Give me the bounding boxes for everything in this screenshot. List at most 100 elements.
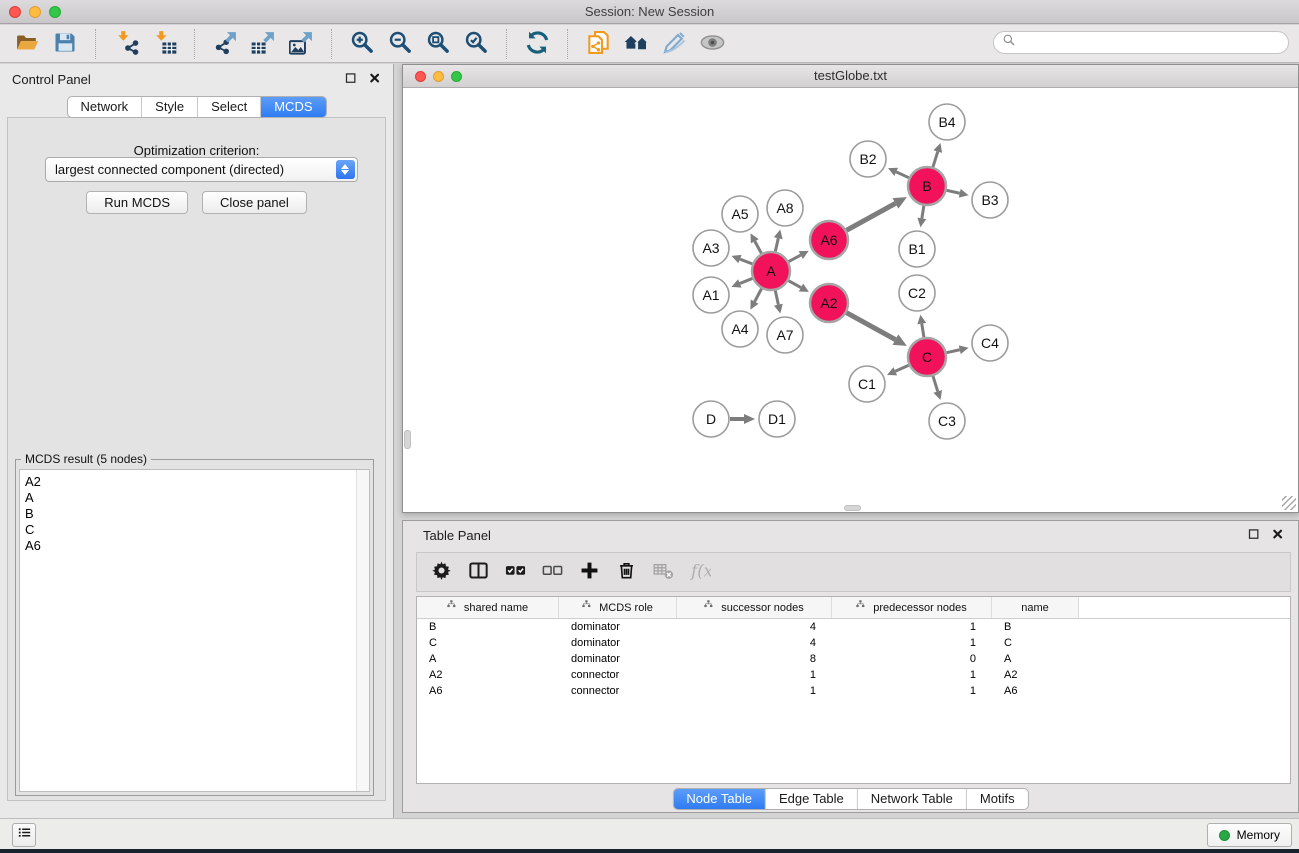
table-cell[interactable]: A6 [992, 683, 1079, 699]
table-cell[interactable]: dominator [559, 619, 677, 635]
tab-select[interactable]: Select [197, 97, 260, 117]
run-mcds-button[interactable]: Run MCDS [86, 191, 188, 214]
graph-edge-B-B4[interactable] [933, 143, 942, 167]
network-vertical-scrollbar[interactable] [404, 430, 411, 449]
graph-edge-A6-B[interactable] [847, 197, 907, 230]
graph-edge-D-D1[interactable] [730, 414, 755, 424]
tab-mcds[interactable]: MCDS [260, 97, 325, 117]
graph-edge-A-A4[interactable] [750, 289, 761, 310]
table-cell[interactable]: 4 [677, 619, 832, 635]
tab-edge-table[interactable]: Edge Table [765, 789, 857, 809]
graph-edge-C-C3[interactable] [933, 376, 942, 400]
tab-network[interactable]: Network [67, 97, 141, 117]
mcds-result-item[interactable]: A6 [25, 538, 369, 554]
tab-node-table[interactable]: Node Table [673, 789, 765, 809]
graph-node-B[interactable]: B [908, 167, 946, 205]
table-options-gear-button[interactable] [426, 557, 456, 587]
table-cell[interactable]: dominator [559, 651, 677, 667]
home-button[interactable] [617, 28, 655, 60]
close-panel-icon[interactable] [368, 71, 383, 86]
table-cell[interactable]: C [417, 635, 559, 651]
graph-node-C4[interactable]: C4 [972, 325, 1008, 361]
table-cell[interactable]: connector [559, 667, 677, 683]
import-network-button[interactable] [107, 28, 145, 60]
table-cell[interactable]: 1 [677, 667, 832, 683]
graph-node-A[interactable]: A [752, 252, 790, 290]
column-header-shared-name[interactable]: shared name [417, 597, 559, 618]
close-window-button[interactable] [9, 6, 21, 18]
graph-node-A5[interactable]: A5 [722, 196, 758, 232]
graph-node-B1[interactable]: B1 [899, 231, 935, 267]
graph-edge-B-B2[interactable] [888, 168, 909, 178]
column-header-predecessor-nodes[interactable]: predecessor nodes [832, 597, 992, 618]
network-resize-grip[interactable] [1282, 496, 1296, 510]
mcds-result-item[interactable]: B [25, 506, 369, 522]
network-minimize-button[interactable] [433, 71, 444, 82]
tab-motifs[interactable]: Motifs [966, 789, 1028, 809]
graph-edge-A-A2[interactable] [789, 281, 809, 292]
export-image-button[interactable] [282, 28, 320, 60]
graph-node-A6[interactable]: A6 [810, 221, 848, 259]
close-table-panel-icon[interactable] [1271, 527, 1286, 542]
network-horizontal-scrollbar[interactable] [844, 505, 861, 511]
graph-edge-A2-C[interactable] [847, 313, 907, 346]
column-header-MCDS-role[interactable]: MCDS role [559, 597, 677, 618]
table-cell[interactable]: B [992, 619, 1079, 635]
mcds-result-item[interactable]: C [25, 522, 369, 538]
graph-node-C[interactable]: C [908, 338, 946, 376]
graph-edge-A-A3[interactable] [732, 255, 753, 264]
table-cell[interactable]: 0 [832, 651, 992, 667]
graph-node-A4[interactable]: A4 [722, 311, 758, 347]
graph-edge-C-C2[interactable] [917, 315, 926, 338]
zoom-in-button[interactable] [343, 28, 381, 60]
save-session-button[interactable] [46, 28, 84, 60]
column-header-name[interactable]: name [992, 597, 1079, 618]
table-row[interactable]: A2connector11A2 [417, 667, 1290, 683]
float-panel-icon[interactable] [344, 71, 359, 86]
hide-annotations-button[interactable] [655, 28, 693, 60]
graph-edge-A-A7[interactable] [774, 291, 783, 314]
graph-edge-C-C1[interactable] [887, 365, 909, 375]
mcds-result-item[interactable]: A2 [25, 474, 369, 490]
graph-node-C2[interactable]: C2 [899, 275, 935, 311]
graph-edge-A-A8[interactable] [774, 229, 783, 251]
table-row[interactable]: A6connector11A6 [417, 683, 1290, 699]
export-network-button[interactable] [206, 28, 244, 60]
table-row[interactable]: Bdominator41B [417, 619, 1290, 635]
delete-columns-button[interactable] [611, 557, 641, 587]
network-files-button[interactable] [579, 28, 617, 60]
table-cell[interactable]: 1 [832, 635, 992, 651]
search-input[interactable] [1021, 34, 1288, 52]
zoom-out-button[interactable] [381, 28, 419, 60]
network-zoom-button[interactable] [451, 71, 462, 82]
graph-node-A2[interactable]: A2 [810, 284, 848, 322]
open-session-button[interactable] [8, 28, 46, 60]
graph-edge-A-A5[interactable] [751, 233, 762, 253]
select-all-rows-button[interactable] [500, 557, 530, 587]
graph-node-B3[interactable]: B3 [972, 182, 1008, 218]
table-row[interactable]: Adominator80A [417, 651, 1290, 667]
deselect-all-rows-button[interactable] [537, 557, 567, 587]
network-close-button[interactable] [415, 71, 426, 82]
minimize-window-button[interactable] [29, 6, 41, 18]
graph-node-B2[interactable]: B2 [850, 141, 886, 177]
table-cell[interactable]: 8 [677, 651, 832, 667]
table-cell[interactable]: C [992, 635, 1079, 651]
graph-edge-A-A6[interactable] [789, 251, 809, 262]
table-cell[interactable]: A6 [417, 683, 559, 699]
table-cell[interactable]: A [992, 651, 1079, 667]
zoom-fit-button[interactable] [419, 28, 457, 60]
graph-edge-B-B1[interactable] [917, 206, 926, 228]
network-canvas[interactable]: B4B2BB3A5A8A6B1A3AA1A2C2A4A7CC4C1C3DD1 [403, 89, 1298, 512]
close-panel-button[interactable]: Close panel [202, 191, 307, 214]
graph-node-D1[interactable]: D1 [759, 401, 795, 437]
table-cell[interactable]: 4 [677, 635, 832, 651]
table-cell[interactable]: 1 [677, 683, 832, 699]
graph-node-A8[interactable]: A8 [767, 190, 803, 226]
tab-style[interactable]: Style [141, 97, 197, 117]
table-cell[interactable]: A2 [992, 667, 1079, 683]
show-graphics-details-button[interactable] [693, 28, 731, 60]
graph-node-B4[interactable]: B4 [929, 104, 965, 140]
criterion-dropdown[interactable]: largest connected component (directed) [45, 157, 358, 182]
table-cell[interactable]: 1 [832, 683, 992, 699]
